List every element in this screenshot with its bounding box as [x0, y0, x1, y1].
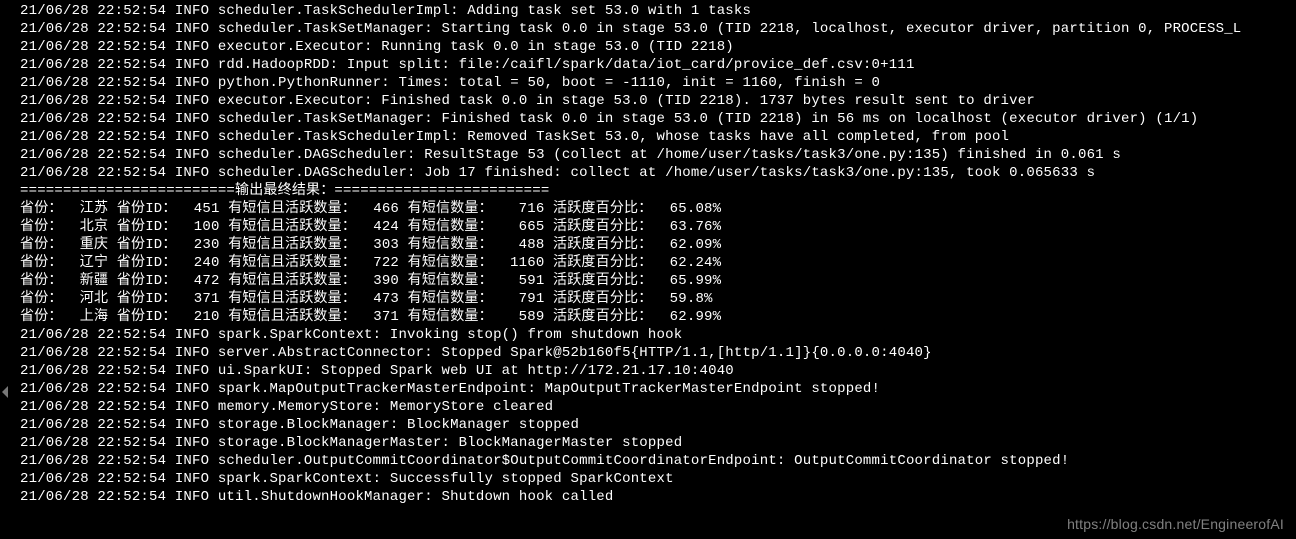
log-line: 21/06/28 22:52:54 INFO scheduler.TaskSch…	[20, 128, 1296, 146]
terminal-output[interactable]: 21/06/28 22:52:54 INFO scheduler.TaskSch…	[0, 0, 1296, 506]
log-line: 21/06/28 22:52:54 INFO spark.SparkContex…	[20, 326, 1296, 344]
log-line: 21/06/28 22:52:54 INFO scheduler.DAGSche…	[20, 146, 1296, 164]
log-line: 21/06/28 22:52:54 INFO spark.MapOutputTr…	[20, 380, 1296, 398]
log-line: 21/06/28 22:52:54 INFO ui.SparkUI: Stopp…	[20, 362, 1296, 380]
log-line: 省份： 新疆 省份ID： 472 有短信且活跃数量： 390 有短信数量： 59…	[20, 272, 1296, 290]
log-line: 21/06/28 22:52:54 INFO storage.BlockMana…	[20, 416, 1296, 434]
log-line: 省份： 上海 省份ID： 210 有短信且活跃数量： 371 有短信数量： 58…	[20, 308, 1296, 326]
log-line: 省份： 江苏 省份ID： 451 有短信且活跃数量： 466 有短信数量： 71…	[20, 200, 1296, 218]
log-line: 21/06/28 22:52:54 INFO scheduler.DAGSche…	[20, 164, 1296, 182]
log-line: 21/06/28 22:52:54 INFO util.ShutdownHook…	[20, 488, 1296, 506]
log-line: 21/06/28 22:52:54 INFO scheduler.TaskSet…	[20, 110, 1296, 128]
log-line: 21/06/28 22:52:54 INFO scheduler.TaskSch…	[20, 2, 1296, 20]
log-line: 省份： 辽宁 省份ID： 240 有短信且活跃数量： 722 有短信数量： 11…	[20, 254, 1296, 272]
log-line: 21/06/28 22:52:54 INFO scheduler.OutputC…	[20, 452, 1296, 470]
log-line: 21/06/28 22:52:54 INFO rdd.HadoopRDD: In…	[20, 56, 1296, 74]
log-line: 21/06/28 22:52:54 INFO python.PythonRunn…	[20, 74, 1296, 92]
log-line: 省份： 重庆 省份ID： 230 有短信且活跃数量： 303 有短信数量： 48…	[20, 236, 1296, 254]
log-line: 21/06/28 22:52:54 INFO executor.Executor…	[20, 38, 1296, 56]
left-arrow-icon	[0, 386, 10, 396]
log-line: 省份： 河北 省份ID： 371 有短信且活跃数量： 473 有短信数量： 79…	[20, 290, 1296, 308]
log-line: 21/06/28 22:52:54 INFO executor.Executor…	[20, 92, 1296, 110]
log-line: 21/06/28 22:52:54 INFO memory.MemoryStor…	[20, 398, 1296, 416]
log-line: 省份： 北京 省份ID： 100 有短信且活跃数量： 424 有短信数量： 66…	[20, 218, 1296, 236]
log-line: 21/06/28 22:52:54 INFO storage.BlockMana…	[20, 434, 1296, 452]
log-line: =========================输出最终结果：========…	[20, 182, 1296, 200]
log-line: 21/06/28 22:52:54 INFO spark.SparkContex…	[20, 470, 1296, 488]
watermark-text: https://blog.csdn.net/EngineerofAI	[1067, 515, 1284, 533]
log-line: 21/06/28 22:52:54 INFO server.AbstractCo…	[20, 344, 1296, 362]
log-line: 21/06/28 22:52:54 INFO scheduler.TaskSet…	[20, 20, 1296, 38]
